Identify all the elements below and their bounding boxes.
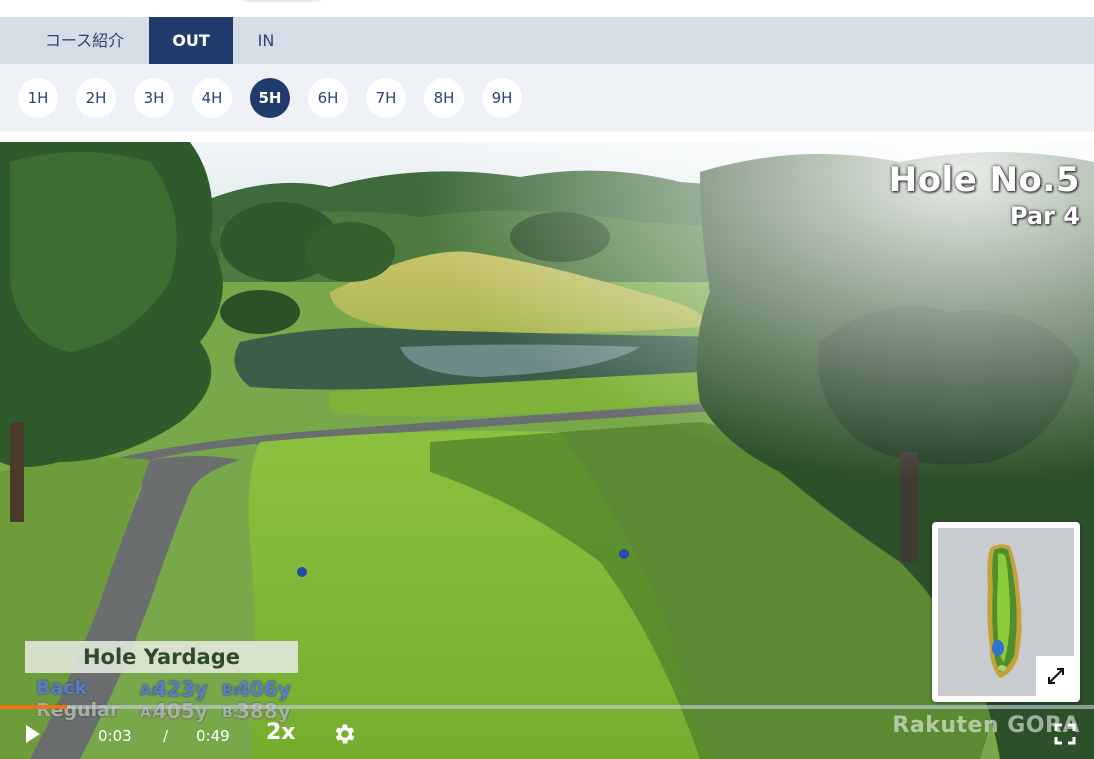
duration: 0:49 — [196, 727, 230, 745]
hole-button-5[interactable]: 5H — [250, 78, 290, 118]
hole-button-7[interactable]: 7H — [366, 78, 406, 118]
hole-button-9[interactable]: 9H — [482, 78, 522, 118]
gear-icon — [335, 724, 355, 744]
fullscreen-icon — [1054, 723, 1076, 745]
video-controls: 0:03 / 0:49 2x — [0, 709, 1094, 759]
play-button[interactable] — [24, 724, 42, 748]
time-separator: / — [163, 727, 169, 745]
tab-out[interactable]: OUT — [149, 17, 233, 64]
fullscreen-button[interactable] — [1054, 723, 1076, 749]
hole-button-3[interactable]: 3H — [134, 78, 174, 118]
back-tee-label: Back — [36, 677, 88, 699]
hole-selector: 1H 2H 3H 4H 5H 6H 7H 8H 9H — [0, 64, 1094, 132]
hole-button-2[interactable]: 2H — [76, 78, 116, 118]
minimap-expand-button[interactable] — [1036, 656, 1076, 696]
course-tab-bar: コース紹介 OUT IN — [0, 17, 1094, 64]
hole-par: Par 4 — [1009, 202, 1080, 230]
yardage-heading: Hole Yardage — [25, 641, 298, 673]
hole-button-4[interactable]: 4H — [192, 78, 232, 118]
back-b-yardage: 406y — [236, 677, 291, 701]
top-strip — [0, 0, 1094, 17]
expand-arrows-icon — [1048, 668, 1064, 684]
hole-button-8[interactable]: 8H — [424, 78, 464, 118]
top-handle — [238, 0, 326, 2]
tab-course-intro[interactable]: コース紹介 — [20, 17, 149, 64]
hole-button-6[interactable]: 6H — [308, 78, 348, 118]
course-video-player[interactable]: Hole No.5 Par 4 Hole Yardage Back A: 423… — [0, 142, 1094, 759]
hole-number-title: Hole No.5 — [888, 160, 1080, 200]
hole-button-1[interactable]: 1H — [18, 78, 58, 118]
current-time: 0:03 — [98, 727, 132, 745]
playback-speed-button[interactable]: 2x — [266, 720, 296, 745]
hole-minimap[interactable] — [932, 522, 1080, 702]
back-a-yardage: 423y — [153, 677, 208, 701]
play-icon — [26, 725, 40, 743]
tab-in[interactable]: IN — [233, 17, 299, 64]
settings-button[interactable] — [332, 721, 358, 751]
